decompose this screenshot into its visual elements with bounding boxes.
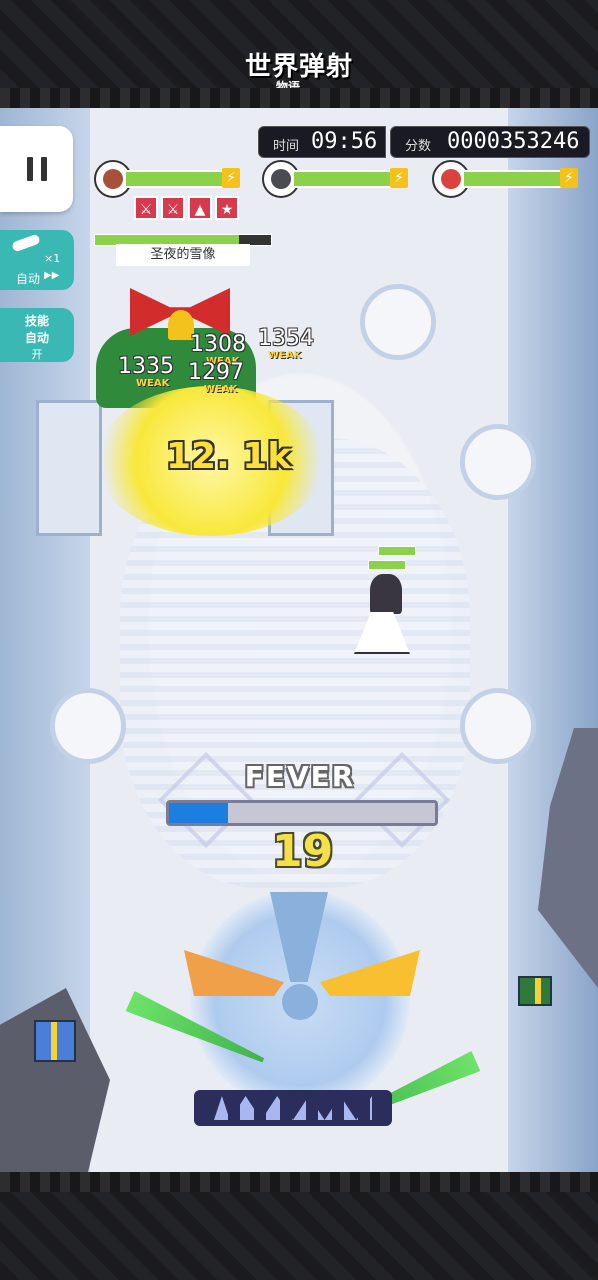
timer-label: 时间 (273, 139, 300, 154)
hp-bar (462, 170, 576, 188)
weak-label: WEAK (136, 378, 170, 389)
hp-fill (294, 172, 399, 186)
snow-hole (50, 688, 126, 764)
total-damage: 12. 1k (166, 436, 292, 477)
damage-number: 1297 (188, 360, 244, 385)
fever-fill (169, 803, 228, 823)
skill-auto-toggle[interactable]: 技能 自动 开 (0, 308, 74, 362)
timer: 时间 09:56 (258, 126, 386, 158)
bottom-letterbox (0, 1172, 598, 1280)
ice-pillar-left (36, 400, 102, 536)
buff-up-icon: ▲ (188, 196, 212, 220)
boss-name: 圣夜的雪像 (116, 244, 250, 266)
lightning-icon: ⚡ (390, 168, 408, 188)
skill-label: 技能 (24, 314, 49, 328)
buff-attack-icon: ⚔ (134, 196, 158, 220)
snow-hole (460, 688, 536, 764)
lightning-icon: ⚡ (222, 168, 240, 188)
timer-value: 09:56 (311, 129, 378, 154)
fever-title: FEVER (244, 760, 356, 793)
pause-icon (26, 157, 33, 181)
bottom-spike-gate (194, 1090, 392, 1126)
hp-bar (292, 170, 406, 188)
player-ball-character (352, 546, 418, 656)
buff-list: ⚔ ⚔ ▲ ★ (134, 196, 239, 220)
hp-fill (464, 172, 571, 186)
skill-auto-label: 自动 (24, 331, 49, 345)
player-skill-bar (368, 560, 406, 570)
player-dress (354, 612, 410, 654)
auto-count: ×1 (44, 252, 61, 265)
ice-wall-right (508, 108, 598, 1172)
gift-box (34, 1020, 76, 1062)
weak-label: WEAK (204, 384, 238, 395)
wheel-hub (282, 984, 318, 1020)
damage-number: 1354 (258, 326, 314, 351)
hp-bar (124, 170, 238, 188)
snow-hole (360, 284, 436, 360)
pause-button[interactable] (0, 126, 73, 212)
score-value: 0000353246 (447, 129, 580, 154)
score: 分数 0000353246 (390, 126, 590, 158)
pause-icon (40, 157, 47, 181)
logo-subtext: 物语 (276, 80, 301, 94)
party-member-2: ⚡ (262, 160, 412, 200)
fever-bar (166, 800, 438, 826)
party-member-3: ⚡ (432, 160, 582, 200)
player-hp-bar (378, 546, 416, 556)
auto-arrows: ▶▶ (44, 270, 60, 281)
damage-number: 1308 (190, 332, 246, 357)
skill-state: 开 (31, 348, 43, 361)
buff-attack-icon: ⚔ (161, 196, 185, 220)
damage-number: 1335 (118, 354, 174, 379)
combo-counter: 19 (272, 826, 334, 877)
hp-fill (126, 172, 229, 186)
auto-label: 自动 (16, 272, 41, 286)
gift-box (518, 976, 552, 1006)
top-letterbox: 世界弹射 物语 (0, 0, 598, 108)
game-logo: 世界弹射 物语 (242, 46, 356, 94)
flipper-icon (11, 233, 41, 253)
snow-hole (460, 424, 536, 500)
player-body (370, 574, 402, 614)
auto-play-toggle[interactable]: ×1 自动 ▶▶ (0, 230, 74, 290)
lightning-icon: ⚡ (560, 168, 578, 188)
party-member-1: ⚡ (94, 160, 244, 200)
score-label: 分数 (405, 139, 432, 154)
weak-label: WEAK (268, 350, 302, 361)
buff-star-icon: ★ (215, 196, 239, 220)
